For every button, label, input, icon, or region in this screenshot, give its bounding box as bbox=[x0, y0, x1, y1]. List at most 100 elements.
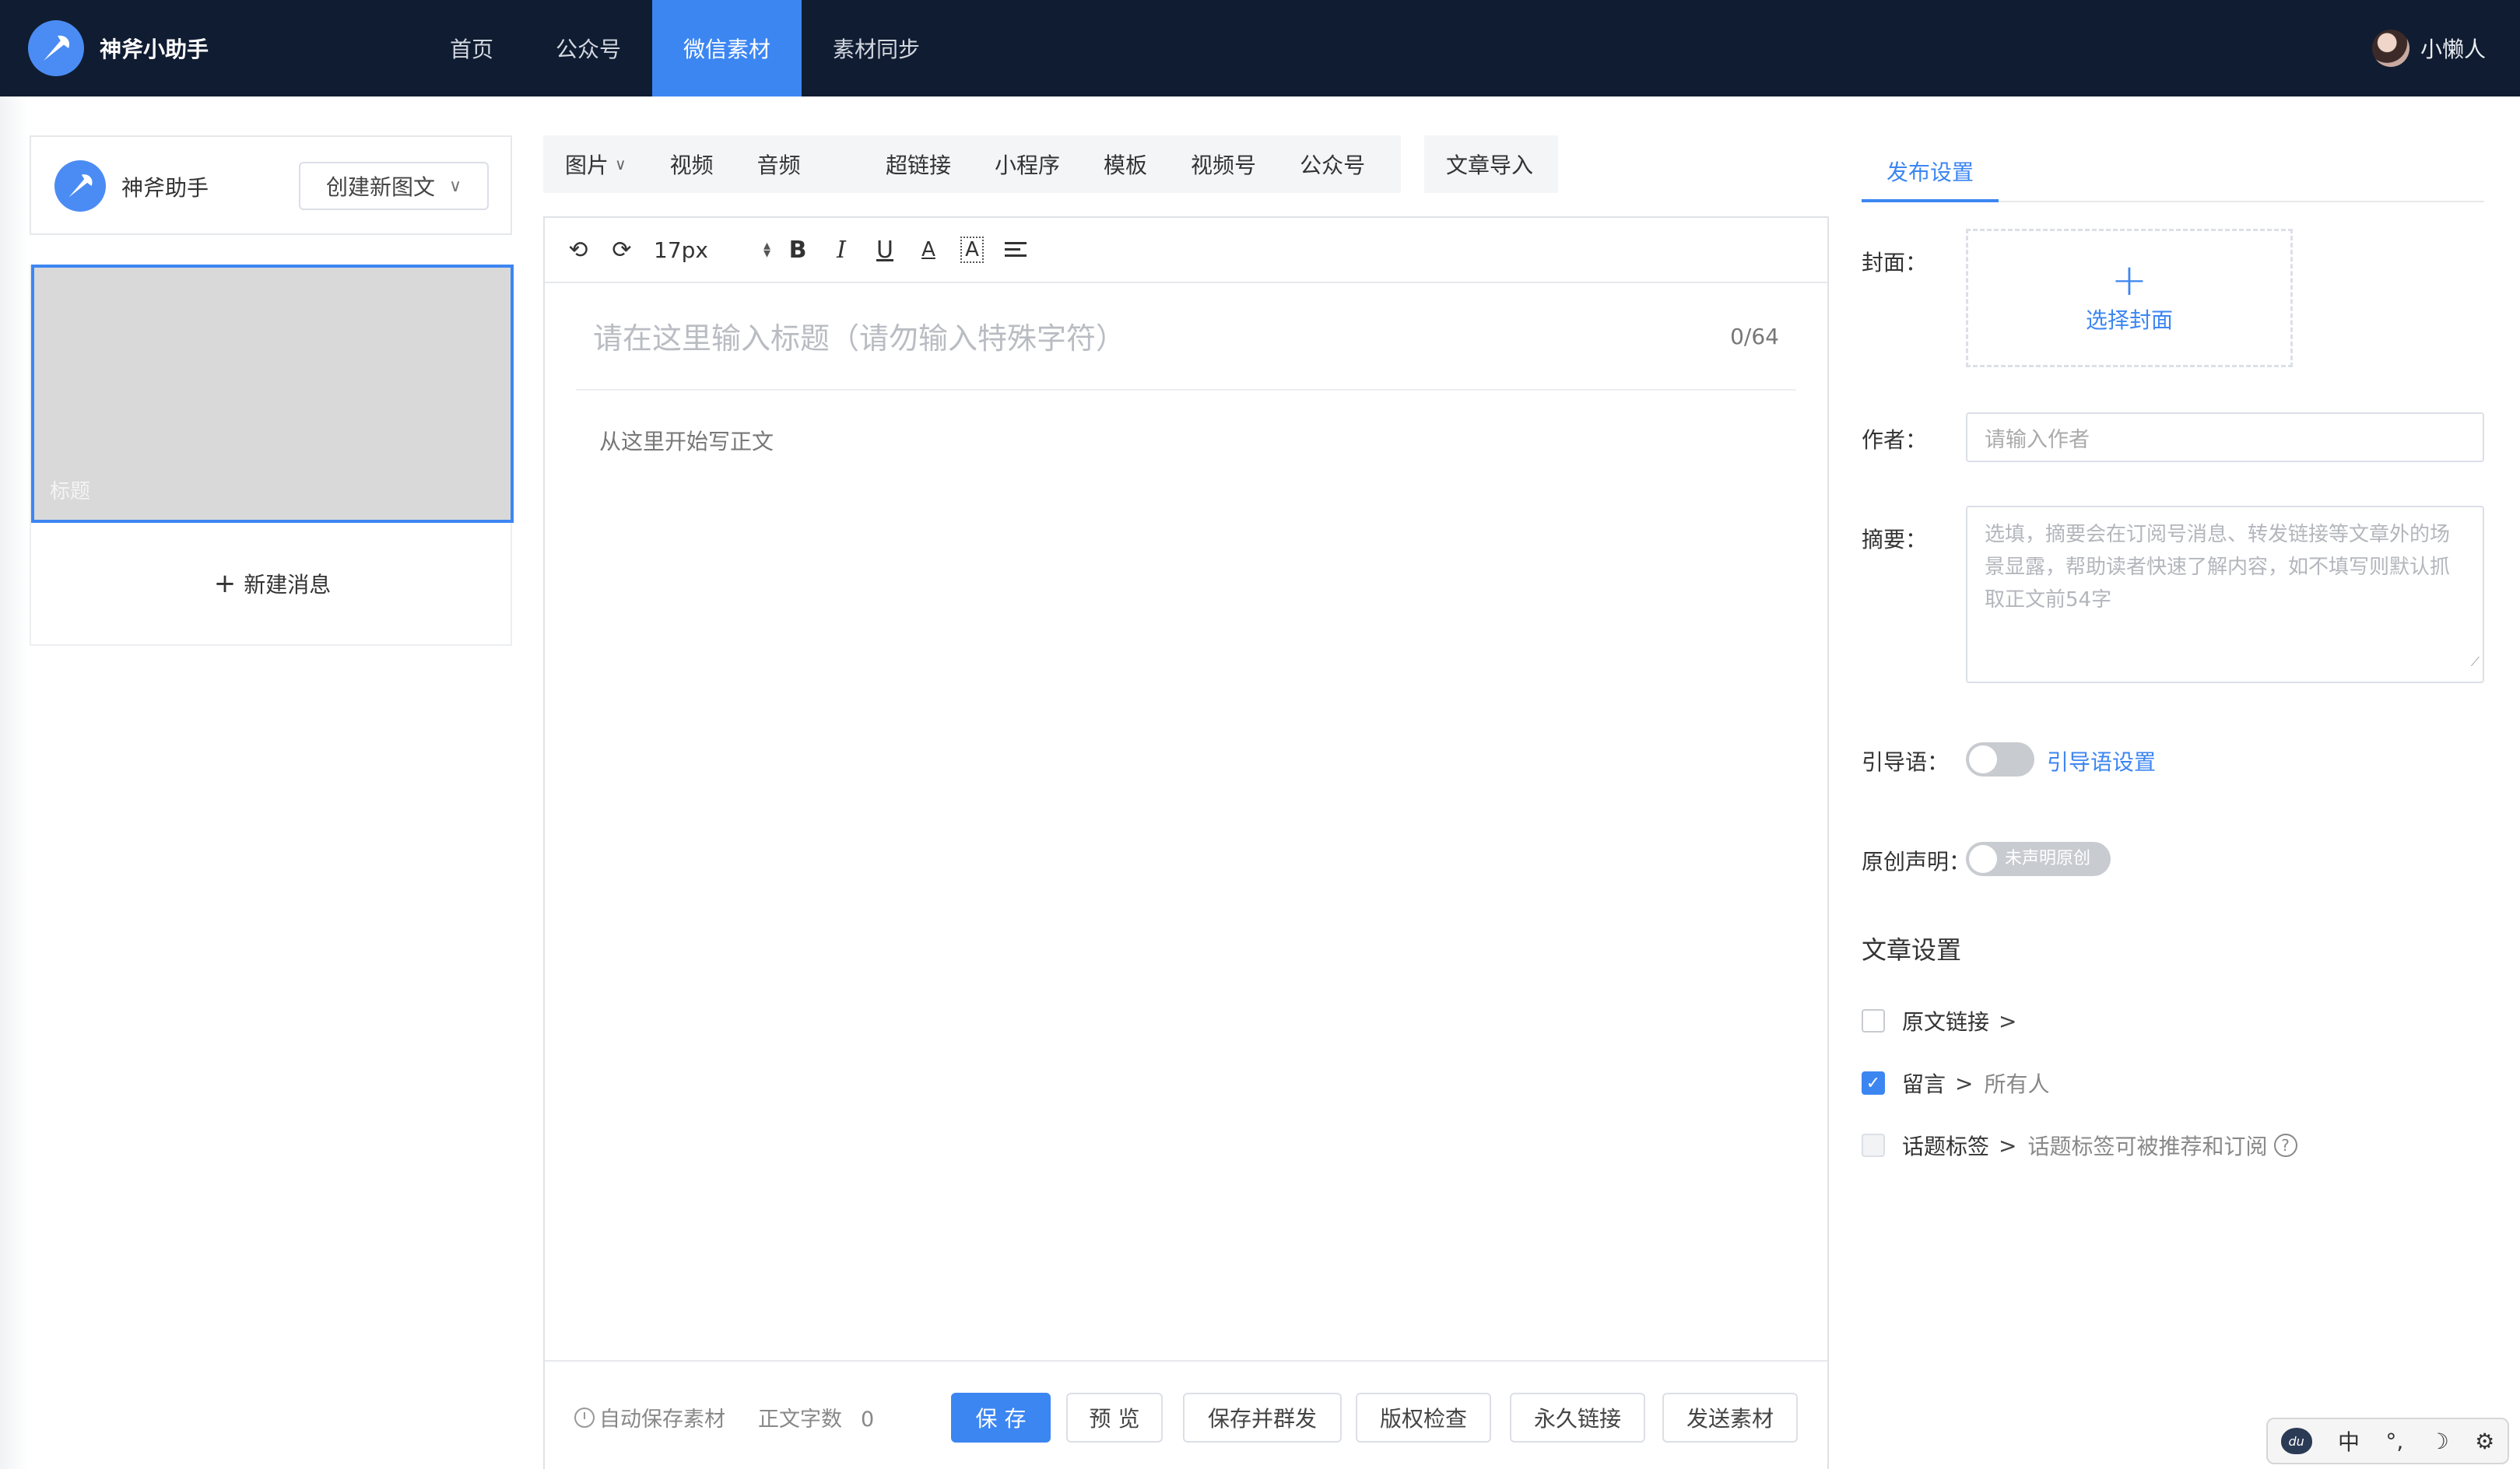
comment-value[interactable]: 所有人 bbox=[1984, 1068, 2049, 1099]
message-list: 标题 + 新建消息 bbox=[30, 265, 514, 646]
font-color-icon[interactable]: A bbox=[917, 238, 940, 261]
comment-label: 留言 bbox=[1902, 1071, 1946, 1097]
article-settings-title: 文章设置 bbox=[1862, 935, 1962, 965]
permalink-button[interactable]: 永久链接 bbox=[1510, 1393, 1645, 1443]
top-navigation-bar: 神斧小助手 首页 公众号 微信素材 素材同步 小懒人 bbox=[0, 0, 2520, 96]
article-editor: ⟲ ⟳ 17px ▴ ▾ B I U A A 请在这里输入标题（请勿输入特殊字符）… bbox=[543, 216, 1829, 1469]
ime-punctuation-toggle[interactable]: °, bbox=[2385, 1429, 2403, 1454]
save-button[interactable]: 保 存 bbox=[951, 1393, 1051, 1443]
copyright-check-button[interactable]: 版权检查 bbox=[1356, 1393, 1491, 1443]
up-down-arrows-icon: ▴ ▾ bbox=[763, 237, 770, 261]
body-editor[interactable]: 从这里开始写正文 bbox=[599, 425, 774, 456]
chevron-down-icon: ∨ bbox=[615, 155, 626, 174]
ime-language-toggle[interactable]: 中 bbox=[2338, 1425, 2360, 1457]
font-size-value: 17px bbox=[654, 237, 708, 263]
insert-mini-program-button[interactable]: 小程序 bbox=[973, 149, 1082, 180]
chevron-right-icon: > bbox=[1955, 1070, 1974, 1096]
clock-icon bbox=[574, 1407, 595, 1428]
user-menu[interactable]: 小懒人 bbox=[2371, 28, 2486, 68]
font-size-select[interactable]: 17px ▴ ▾ bbox=[654, 237, 770, 263]
tab-publish-settings[interactable]: 发布设置 bbox=[1862, 156, 1999, 202]
brand[interactable]: 神斧小助手 bbox=[28, 20, 209, 76]
redo-icon[interactable]: ⟳ bbox=[610, 237, 634, 264]
main-nav: 首页 公众号 微信素材 素材同步 bbox=[419, 0, 951, 96]
account-card: 神斧助手 创建新图文 ∨ bbox=[30, 135, 512, 235]
insert-audio-button[interactable]: 音频 bbox=[735, 149, 823, 180]
toggle-knob bbox=[1969, 745, 1997, 773]
plus-icon: + bbox=[2111, 255, 2148, 306]
insert-image-dropdown[interactable]: 图片 ∨ bbox=[543, 149, 648, 180]
format-toolbar: ⟲ ⟳ 17px ▴ ▾ B I U A A bbox=[545, 218, 1827, 283]
align-icon[interactable] bbox=[1004, 240, 1027, 259]
summary-textarea[interactable]: 选填，摘要会在订阅号消息、转发链接等文章外的场景显露，帮助读者快速了解内容，如不… bbox=[1966, 506, 2484, 683]
topic-tag-checkbox[interactable] bbox=[1862, 1134, 1885, 1157]
insert-template-button[interactable]: 模板 bbox=[1082, 149, 1169, 180]
option-comment[interactable]: ✓ 留言 > 所有人 bbox=[1862, 1068, 2050, 1099]
autosave-status: 自动保存素材 bbox=[574, 1402, 725, 1432]
import-group: 文章导入 bbox=[1424, 135, 1558, 193]
avatar[interactable] bbox=[2371, 30, 2409, 67]
guide-settings-link[interactable]: 引导语设置 bbox=[2047, 745, 2156, 777]
resize-handle-icon[interactable]: ⟋ bbox=[2471, 646, 2480, 678]
title-input[interactable]: 请在这里输入标题（请勿输入特殊字符） bbox=[593, 314, 1125, 357]
author-label: 作者： bbox=[1862, 427, 1928, 453]
comment-checkbox[interactable]: ✓ bbox=[1862, 1071, 1885, 1095]
topic-tag-label: 话题标签 bbox=[1902, 1134, 1990, 1159]
insert-channels-button[interactable]: 视频号 bbox=[1169, 149, 1278, 180]
insert-hyperlink-button[interactable]: 超链接 bbox=[864, 149, 973, 180]
insert-video-button[interactable]: 视频 bbox=[648, 149, 735, 180]
nav-item-home[interactable]: 首页 bbox=[419, 0, 525, 96]
create-article-dropdown[interactable]: 创建新图文 ∨ bbox=[299, 162, 489, 210]
toggle-knob bbox=[1969, 845, 1997, 873]
word-count: 正文字数 0 bbox=[758, 1402, 874, 1432]
highlight-color-icon[interactable]: A bbox=[960, 237, 984, 263]
help-icon[interactable]: ? bbox=[2273, 1134, 2297, 1157]
insert-image-label: 图片 bbox=[565, 153, 609, 178]
bold-icon[interactable]: B bbox=[786, 237, 809, 264]
author-input[interactable]: 请输入作者 bbox=[1966, 412, 2484, 462]
title-char-count: 0/64 bbox=[1730, 324, 1779, 349]
account-name: 神斧助手 bbox=[121, 175, 209, 201]
create-article-label: 创建新图文 bbox=[325, 174, 435, 200]
message-card-selected[interactable]: 标题 bbox=[31, 265, 514, 523]
original-declaration-label: 原创声明： bbox=[1862, 849, 1971, 875]
preview-button[interactable]: 预 览 bbox=[1066, 1393, 1163, 1443]
insert-official-account-button[interactable]: 公众号 bbox=[1278, 149, 1387, 180]
topic-tag-description: 话题标签可被推荐和订阅 bbox=[2027, 1134, 2268, 1159]
original-declaration-toggle[interactable]: 未声明原创 bbox=[1966, 842, 2111, 876]
import-article-button[interactable]: 文章导入 bbox=[1424, 149, 1555, 180]
original-link-checkbox[interactable] bbox=[1862, 1009, 1885, 1033]
select-cover-button[interactable]: + 选择封面 bbox=[1966, 229, 2293, 367]
nav-item-official-account[interactable]: 公众号 bbox=[525, 0, 652, 96]
select-cover-label: 选择封面 bbox=[2085, 307, 2173, 333]
chevron-right-icon: > bbox=[1999, 1008, 2017, 1034]
summary-placeholder: 选填，摘要会在订阅号消息、转发链接等文章外的场景显露，帮助读者快速了解内容，如不… bbox=[1985, 523, 2451, 612]
gear-icon[interactable]: ⚙ bbox=[2475, 1429, 2494, 1454]
plus-icon: + bbox=[213, 568, 237, 599]
brand-name: 神斧小助手 bbox=[100, 37, 209, 62]
undo-icon[interactable]: ⟲ bbox=[567, 237, 590, 264]
autosave-label: 自动保存素材 bbox=[599, 1408, 725, 1432]
option-original-link[interactable]: 原文链接 > bbox=[1862, 1005, 2027, 1036]
word-count-label: 正文字数 bbox=[758, 1408, 842, 1432]
guide-label: 引导语： bbox=[1862, 749, 1950, 775]
save-and-send-button[interactable]: 保存并群发 bbox=[1183, 1393, 1342, 1443]
underline-icon[interactable]: U bbox=[873, 237, 897, 264]
summary-label: 摘要： bbox=[1862, 527, 1928, 552]
left-gutter bbox=[0, 96, 28, 1469]
ime-toolbar: du 中 °, ☽ ⚙ bbox=[2266, 1418, 2509, 1464]
moon-icon[interactable]: ☽ bbox=[2430, 1429, 2449, 1454]
message-card-title: 标题 bbox=[50, 480, 91, 503]
italic-icon[interactable]: I bbox=[830, 237, 853, 264]
option-topic-tag[interactable]: 话题标签 > 话题标签可被推荐和订阅 ? bbox=[1862, 1130, 2297, 1161]
send-material-button[interactable]: 发送素材 bbox=[1662, 1393, 1798, 1443]
chevron-down-icon: ∨ bbox=[448, 176, 462, 196]
user-name: 小懒人 bbox=[2420, 37, 2486, 62]
insert-media-group: 图片 ∨ 视频 音频 bbox=[543, 135, 869, 193]
ime-logo-icon[interactable]: du bbox=[2280, 1428, 2312, 1454]
new-message-button[interactable]: + 新建消息 bbox=[31, 560, 514, 607]
original-link-label: 原文链接 bbox=[1902, 1009, 1990, 1035]
nav-item-material-sync[interactable]: 素材同步 bbox=[802, 0, 951, 96]
nav-item-wechat-material[interactable]: 微信素材 bbox=[652, 0, 802, 96]
guide-toggle[interactable] bbox=[1966, 742, 2034, 777]
